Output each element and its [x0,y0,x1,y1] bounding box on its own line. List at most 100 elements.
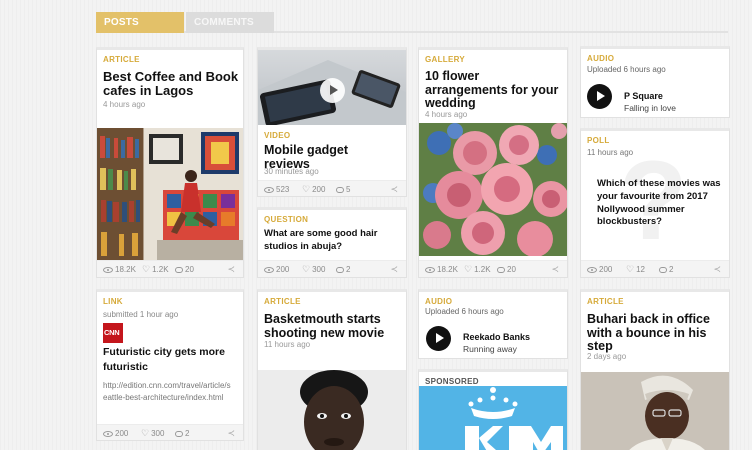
audio-card-reekado[interactable]: AUDIO Uploaded 6 hours ago Reekado Banks… [418,289,568,359]
card-type-label: AUDIO [587,54,615,63]
card-type-label: ARTICLE [103,55,140,64]
likes-count: 200 [312,185,326,194]
play-icon[interactable] [320,78,345,103]
coffee-cafe-image[interactable] [97,128,243,260]
question-card-hair[interactable]: QUESTION What are some good hair studios… [257,207,407,278]
audio-uploaded: Uploaded 6 hours ago [587,65,666,74]
card-stats-footer: 200 ♡ 300 2 ≺ [97,424,243,440]
card-type-label: AUDIO [425,297,453,306]
card-stats-footer: 200 ♡ 300 2 ≺ [258,260,406,277]
comment-icon[interactable] [336,266,344,273]
views-icon [264,186,274,193]
card-time: 11 hours ago [264,340,311,349]
card-time: 11 hours ago [587,148,634,157]
card-stats-footer: 523 ♡ 200 5 ≺ [258,180,406,196]
card-type-label: VIDEO [264,131,291,140]
views-count: 18.2K [115,265,136,274]
audio-track: Falling in love [624,103,676,113]
basketmouth-image[interactable] [258,370,406,450]
views-icon [425,266,435,273]
link-url[interactable]: http://edition.cnn.com/travel/article/se… [103,380,231,403]
klm-ad-image[interactable] [419,386,567,450]
card-stats-footer: 18.2K ♡ 1.2K 20 ≺ [97,260,243,277]
article-card-coffee[interactable]: ARTICLE Best Coffee and Book cafes in La… [96,47,244,278]
likes-count: 1.2K [474,265,491,274]
views-icon [103,266,113,273]
comment-icon[interactable] [336,186,344,193]
comments-count: 2 [669,265,674,274]
buhari-image[interactable] [581,372,729,450]
article-card-buhari[interactable]: ARTICLE Buhari back in office with a bou… [580,289,730,450]
card-submitted: submitted 1 hour ago [103,310,179,319]
share-icon[interactable]: ≺ [390,184,398,195]
sponsored-card-klm[interactable]: SPONSORED [418,369,568,450]
card-stats-footer: 200 ♡ 12 2 ≺ [581,260,729,277]
tab-comments[interactable]: COMMENTS [186,12,274,33]
heart-icon[interactable]: ♡ [464,265,472,274]
card-title[interactable]: Basketmouth starts shooting new movie [264,312,404,340]
comment-icon[interactable] [175,266,183,273]
audio-artist: Reekado Banks [463,332,531,342]
card-time: 4 hours ago [103,100,146,109]
views-icon [587,266,597,273]
poll-question[interactable]: Which of these movies was your favourite… [597,178,722,229]
card-type-label: SPONSORED [425,377,479,386]
card-type-label: QUESTION [264,215,309,224]
audio-track: Running away [463,344,517,354]
views-count: 523 [276,185,290,194]
views-count: 200 [115,429,129,438]
comment-icon[interactable] [175,430,183,437]
heart-icon[interactable]: ♡ [626,265,634,274]
share-icon[interactable]: ≺ [551,264,559,275]
views-count: 200 [276,265,290,274]
card-time: 4 hours ago [425,110,468,119]
poll-card-nollywood[interactable]: ? POLL 11 hours ago Which of these movie… [580,128,730,278]
video-card-gadget[interactable]: VIDEO Mobile gadget reviews 30 minutes a… [257,47,407,197]
audio-card-psquare[interactable]: AUDIO Uploaded 6 hours ago P Square Fall… [580,46,730,118]
comments-count: 20 [507,265,516,274]
article-card-basketmouth[interactable]: ARTICLE Basketmouth starts shooting new … [257,289,407,450]
gallery-card-flowers[interactable]: GALLERY 10 flower arrangements for your … [418,47,568,278]
share-icon[interactable]: ≺ [227,428,235,439]
likes-count: 12 [636,265,645,274]
likes-count: 1.2K [152,265,169,274]
link-card-cnn[interactable]: LINK submitted 1 hour ago CNN Futuristic… [96,289,244,441]
play-button[interactable] [426,326,451,351]
gadget-video-thumbnail[interactable] [258,50,406,125]
views-count: 200 [599,265,613,274]
card-type-label: LINK [103,297,123,306]
heart-icon[interactable]: ♡ [141,429,149,438]
card-type-label: ARTICLE [587,297,624,306]
card-stats-footer: 18.2K ♡ 1.2K 20 ≺ [419,260,567,277]
play-button[interactable] [587,84,612,109]
views-icon [103,430,113,437]
audio-artist: P Square [624,91,663,101]
tab-posts[interactable]: POSTS [96,12,184,33]
comments-count: 20 [185,265,194,274]
question-text[interactable]: What are some good hair studios in abuja… [264,228,399,254]
share-icon[interactable]: ≺ [390,264,398,275]
comments-count: 2 [185,429,190,438]
comments-count: 2 [346,265,351,274]
card-type-label: ARTICLE [264,297,301,306]
heart-icon[interactable]: ♡ [302,185,310,194]
heart-icon[interactable]: ♡ [142,265,150,274]
cnn-logo: CNN [103,323,123,343]
heart-icon[interactable]: ♡ [302,265,310,274]
post-tabs: POSTS COMMENTS [96,12,728,33]
card-title[interactable]: Buhari back in office with a bounce in h… [587,312,727,354]
comment-icon[interactable] [659,266,667,273]
card-type-label: POLL [587,136,610,145]
card-type-label: GALLERY [425,55,466,64]
flower-arrangement-image[interactable] [419,123,567,256]
card-time: 2 days ago [587,352,627,361]
card-title[interactable]: Best Coffee and Book cafes in Lagos [103,69,243,98]
card-title[interactable]: 10 flower arrangements for your wedding [425,69,565,111]
views-count: 18.2K [437,265,458,274]
views-icon [264,266,274,273]
comment-icon[interactable] [497,266,505,273]
card-title[interactable]: Futuristic city gets more futuristic [103,345,238,374]
likes-count: 300 [151,429,165,438]
share-icon[interactable]: ≺ [227,264,235,275]
share-icon[interactable]: ≺ [713,264,721,275]
